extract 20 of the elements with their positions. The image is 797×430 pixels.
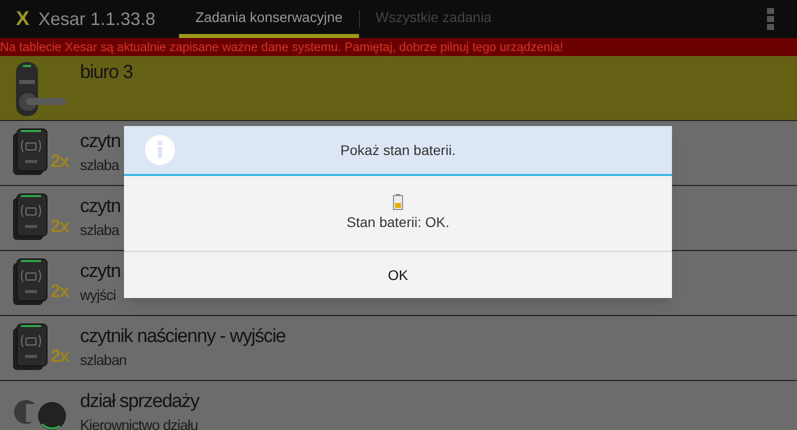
battery-status-text: Stan baterii: OK. (346, 213, 450, 232)
item-title: czytn (80, 130, 120, 154)
item-subtitle: szlaba (80, 222, 120, 241)
app-logo: X (16, 7, 30, 32)
reader-count-label: 2x (50, 346, 69, 366)
item-subtitle: szlaban (80, 352, 128, 371)
reader-count-label: 2x (50, 151, 69, 171)
item-title: czytn (80, 195, 120, 219)
item-subtitle: szlaba (80, 157, 120, 176)
item-title: czytn (80, 260, 120, 284)
item-title: dział sprzedaży (80, 390, 199, 414)
item-title: biuro 3 (80, 61, 132, 85)
reader-count-label: 2x (50, 216, 69, 236)
dialog-title: Pokaż stan baterii. (340, 140, 456, 160)
item-subtitle: Kierownictwo działu (80, 417, 199, 430)
item-title: czytnik naścienny - wyjście (80, 325, 286, 349)
reader-count-label: 2x (50, 281, 69, 301)
warning-banner: Na tablecie Xesar są aktualnie zapisane ważne dane systemu. Pamiętaj, dobrze pilnuj tego urządzenia! (0, 38, 797, 56)
item-subtitle: wyjści (80, 287, 117, 306)
app-title: Xesar 1.1.33.8 (38, 8, 156, 30)
